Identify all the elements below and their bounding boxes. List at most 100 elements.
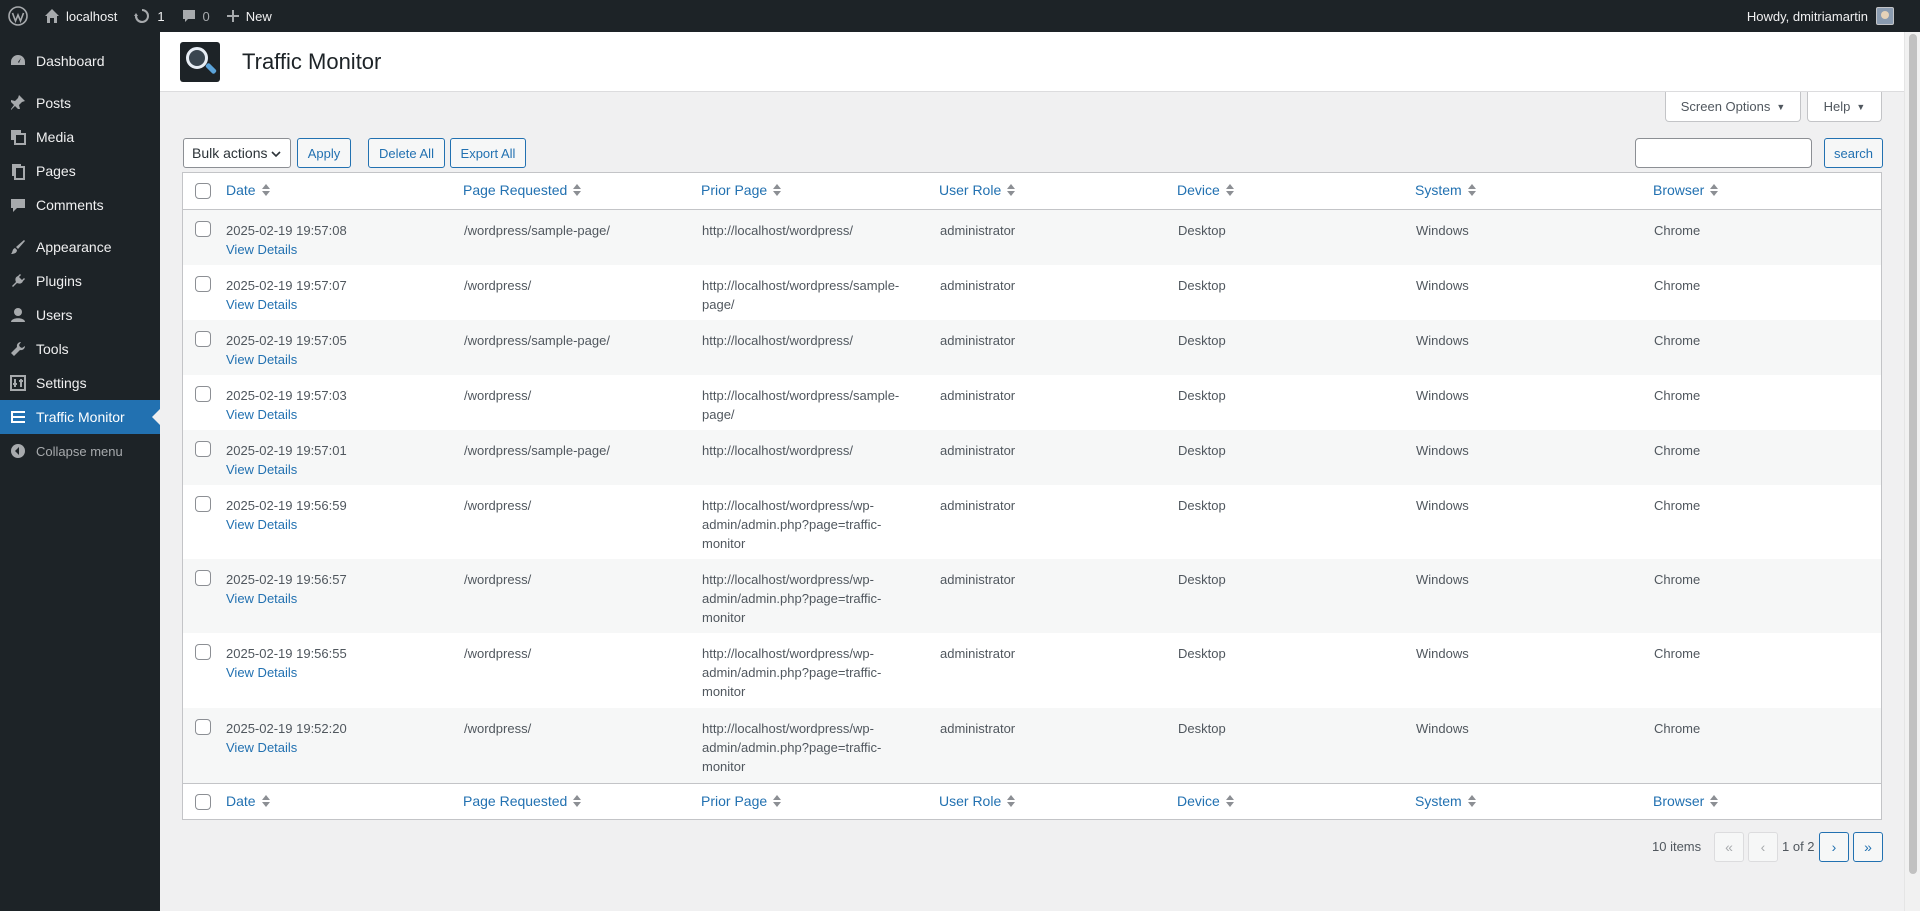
table-header: Date Page Requested Prior Page User Role… <box>183 173 1881 210</box>
view-details-link[interactable]: View Details <box>226 740 297 755</box>
row-checkbox[interactable] <box>195 719 211 735</box>
wordpress-logo-icon[interactable] <box>0 0 36 32</box>
cell-system: Windows <box>1416 443 1469 458</box>
cell-page-requested: /wordpress/sample-page/ <box>464 223 610 238</box>
sidebar-item-settings[interactable]: Settings <box>0 366 160 400</box>
chevron-down-icon <box>270 147 282 163</box>
help-button[interactable]: Help ▼ <box>1807 92 1882 122</box>
pagination: 10 items « ‹ 1 of 2 › » <box>1640 832 1884 862</box>
sidebar-item-users[interactable]: Users <box>0 298 160 332</box>
site-name-link[interactable]: localhost <box>36 0 125 32</box>
column-footer-date[interactable]: Date <box>226 793 270 809</box>
sidebar-item-tools[interactable]: Tools <box>0 332 160 366</box>
cell-device: Desktop <box>1178 498 1226 513</box>
column-footer-user-role[interactable]: User Role <box>939 793 1016 809</box>
sidebar-item-traffic-monitor[interactable]: Traffic Monitor <box>0 400 160 434</box>
column-header-browser[interactable]: Browser <box>1653 182 1719 198</box>
cell-browser: Chrome <box>1654 388 1701 403</box>
next-page-button[interactable]: › <box>1819 832 1849 862</box>
cell-user-role: administrator <box>940 646 1016 661</box>
column-footer-browser[interactable]: Browser <box>1653 793 1719 809</box>
sidebar-item-comments[interactable]: Comments <box>0 188 160 222</box>
row-checkbox[interactable] <box>195 496 211 512</box>
bulk-actions-select[interactable]: Bulk actions <box>183 138 291 168</box>
row-checkbox[interactable] <box>195 386 211 402</box>
delete-all-button[interactable]: Delete All <box>368 138 445 168</box>
cell-user-role: administrator <box>940 223 1016 238</box>
sidebar-item-dashboard[interactable]: Dashboard <box>0 44 160 78</box>
table-row: 2025-02-19 19:56:55 View Details /wordpre… <box>183 633 1881 708</box>
cell-device: Desktop <box>1178 278 1226 293</box>
export-all-button[interactable]: Export All <box>450 138 526 168</box>
column-header-prior-page[interactable]: Prior Page <box>701 182 782 198</box>
sidebar-item-media[interactable]: Media <box>0 120 160 154</box>
view-details-link[interactable]: View Details <box>226 517 297 532</box>
row-checkbox[interactable] <box>195 276 211 292</box>
cell-browser: Chrome <box>1654 443 1701 458</box>
row-checkbox[interactable] <box>195 570 211 586</box>
sidebar-item-appearance[interactable]: Appearance <box>0 230 160 264</box>
cell-date: 2025-02-19 19:57:08 View Details <box>226 223 347 257</box>
row-checkbox[interactable] <box>195 221 211 237</box>
column-footer-device[interactable]: Device <box>1177 793 1234 809</box>
sidebar-item-plugins[interactable]: Plugins <box>0 264 160 298</box>
admin-bar: localhost 1 0 New Howdy, dmitriamartin <box>0 0 1920 32</box>
screen-options-button[interactable]: Screen Options ▼ <box>1665 92 1801 122</box>
view-details-link[interactable]: View Details <box>226 462 297 477</box>
cell-user-role: administrator <box>940 721 1016 736</box>
media-icon <box>8 127 28 147</box>
comments-link[interactable]: 0 <box>173 0 218 32</box>
list-icon <box>8 407 28 427</box>
table-row: 2025-02-19 19:56:57 View Details /wordpre… <box>183 559 1881 633</box>
plus-icon <box>226 9 240 23</box>
row-checkbox[interactable] <box>195 644 211 660</box>
sort-icon <box>1467 795 1476 807</box>
column-footer-page-requested[interactable]: Page Requested <box>463 793 582 809</box>
view-details-link[interactable]: View Details <box>226 242 297 257</box>
select-all-checkbox[interactable] <box>195 183 211 199</box>
column-header-system[interactable]: System <box>1415 182 1476 198</box>
my-account-link[interactable]: Howdy, dmitriamartin <box>1739 0 1920 32</box>
row-checkbox[interactable] <box>195 331 211 347</box>
column-footer-system[interactable]: System <box>1415 793 1476 809</box>
table-row: 2025-02-19 19:57:01 View Details /wordpre… <box>183 430 1881 485</box>
column-header-date[interactable]: Date <box>226 182 270 198</box>
cell-browser: Chrome <box>1654 333 1701 348</box>
cell-browser: Chrome <box>1654 646 1701 661</box>
cell-user-role: administrator <box>940 333 1016 348</box>
search-button[interactable]: search <box>1824 138 1883 168</box>
triangle-down-icon: ▼ <box>1856 101 1866 112</box>
cell-system: Windows <box>1416 498 1469 513</box>
collapse-menu-button[interactable]: Collapse menu <box>0 434 160 468</box>
column-footer-prior-page[interactable]: Prior Page <box>701 793 782 809</box>
column-header-user-role[interactable]: User Role <box>939 182 1016 198</box>
search-input[interactable] <box>1635 138 1812 168</box>
scrollbar[interactable] <box>1904 32 1920 911</box>
sort-icon <box>1225 795 1234 807</box>
select-all-checkbox-footer[interactable] <box>195 794 211 810</box>
updates-link[interactable]: 1 <box>125 0 172 32</box>
sort-icon <box>1710 184 1719 196</box>
table-row: 2025-02-19 19:57:03 View Details /wordpre… <box>183 375 1881 430</box>
cell-date: 2025-02-19 19:56:55 View Details <box>226 646 347 680</box>
view-details-link[interactable]: View Details <box>226 665 297 680</box>
view-details-link[interactable]: View Details <box>226 591 297 606</box>
prev-page-button: ‹ <box>1748 832 1778 862</box>
column-header-page-requested[interactable]: Page Requested <box>463 182 582 198</box>
view-details-link[interactable]: View Details <box>226 297 297 312</box>
apply-button[interactable]: Apply <box>297 138 351 168</box>
cell-browser: Chrome <box>1654 572 1701 587</box>
table-row: 2025-02-19 19:57:08 View Details /wordpre… <box>183 210 1881 265</box>
view-details-link[interactable]: View Details <box>226 352 297 367</box>
new-content-link[interactable]: New <box>218 0 280 32</box>
sidebar-item-pages[interactable]: Pages <box>0 154 160 188</box>
cell-page-requested: /wordpress/ <box>464 721 532 736</box>
sidebar-item-posts[interactable]: Posts <box>0 86 160 120</box>
row-checkbox[interactable] <box>195 441 211 457</box>
cell-device: Desktop <box>1178 721 1226 736</box>
scrollbar-thumb[interactable] <box>1909 34 1917 874</box>
view-details-link[interactable]: View Details <box>226 407 297 422</box>
column-header-device[interactable]: Device <box>1177 182 1234 198</box>
last-page-button[interactable]: » <box>1853 832 1883 862</box>
updates-icon <box>133 7 151 25</box>
